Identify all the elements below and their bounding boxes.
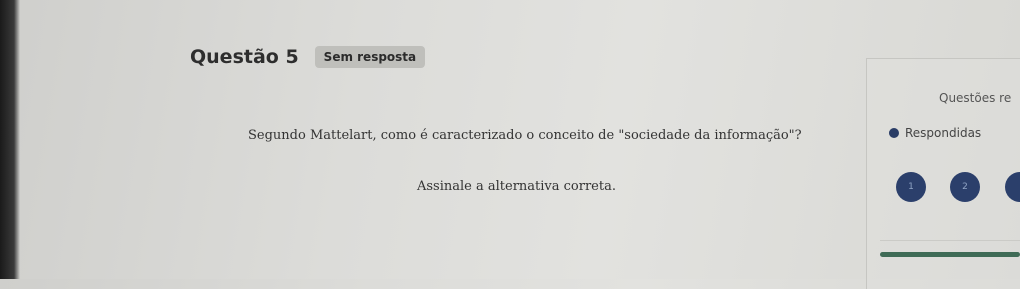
- question-nav-button-1[interactable]: 1: [896, 172, 926, 202]
- answered-dot-icon: [889, 128, 899, 138]
- question-nav-button-2[interactable]: 2: [950, 172, 980, 202]
- question-instruction: Assinale a alternativa correta.: [417, 179, 616, 194]
- panel-title: Questões re: [939, 91, 1012, 105]
- question-title: Questão 5: [190, 46, 299, 68]
- legend-answered: Respondidas: [889, 126, 981, 140]
- panel-divider: [880, 240, 1020, 241]
- legend-label: Respondidas: [905, 126, 982, 140]
- screen-edge: [0, 0, 20, 279]
- question-header: Questão 5 Sem resposta: [190, 46, 426, 68]
- progress-bar-fill: [880, 252, 1020, 257]
- question-text: Segundo Mattelart, como é caracterizado …: [248, 128, 802, 143]
- progress-bar: [880, 252, 1020, 257]
- status-badge: Sem resposta: [314, 46, 426, 68]
